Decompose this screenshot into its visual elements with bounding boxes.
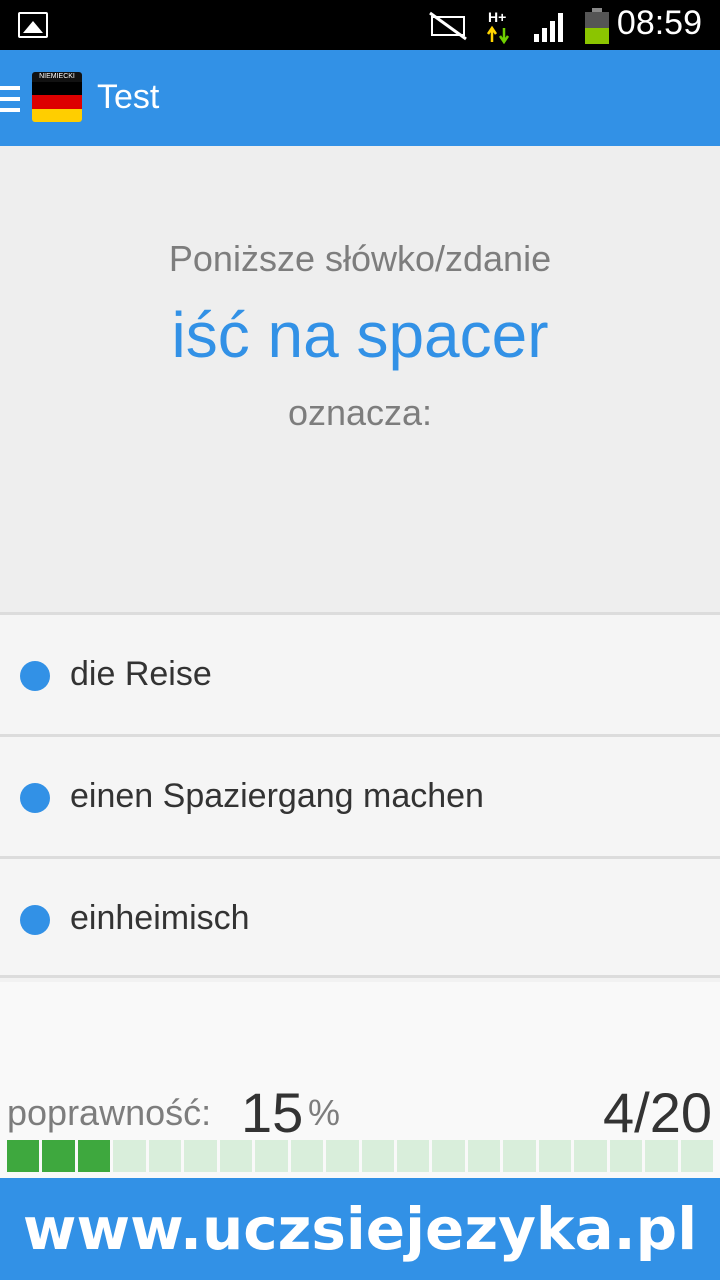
question-card: Poniższe słówko/zdanie iść na spacer ozn… — [0, 146, 720, 612]
stats-area: poprawność: 15 % 4/20 — [0, 982, 720, 1178]
progress-segment — [574, 1140, 607, 1172]
answer-label: die Reise — [70, 655, 212, 693]
bullet-icon — [20, 783, 50, 813]
status-bar: H+ 08:59 — [0, 0, 720, 50]
accuracy-label: poprawność: — [7, 1092, 212, 1133]
question-word: iść na spacer — [171, 299, 549, 371]
progress-segment — [219, 1140, 253, 1172]
german-flag-icon[interactable]: NIEMIECKI — [32, 72, 82, 122]
progress-segment — [255, 1140, 288, 1172]
progress-segment — [609, 1140, 643, 1172]
progress-segment — [680, 1140, 714, 1172]
app-bar: NIEMIECKI Test — [0, 50, 720, 146]
progress-segment — [148, 1140, 182, 1172]
app-title: Test — [97, 78, 160, 116]
progress-segment — [290, 1140, 324, 1172]
progress-segment — [326, 1140, 359, 1172]
app-logo-label: NIEMIECKI — [32, 72, 82, 82]
bullet-icon — [20, 905, 50, 935]
answer-option[interactable]: einen Spaziergang machen — [0, 734, 720, 856]
bullet-icon — [20, 661, 50, 691]
silent-mode-icon — [429, 11, 467, 41]
progress-segment — [396, 1140, 430, 1172]
accuracy-value: 15 — [241, 1081, 304, 1144]
progress-bar — [7, 1140, 714, 1172]
progress-segment — [42, 1140, 75, 1172]
progress-segment — [467, 1140, 501, 1172]
menu-icon[interactable] — [0, 86, 20, 112]
question-intro: Poniższe słówko/zdanie — [168, 238, 552, 279]
progress-count: 4/20 — [603, 1081, 712, 1144]
progress-segment — [184, 1140, 217, 1172]
progress-segment — [113, 1140, 146, 1172]
progress-segment — [77, 1140, 111, 1172]
network-label: H+ — [488, 9, 506, 25]
status-time: 08:59 — [616, 4, 702, 42]
progress-segment — [432, 1140, 465, 1172]
answer-option[interactable]: die Reise — [0, 612, 720, 734]
website-link[interactable]: www.uczsiejezyka.pl — [0, 1178, 720, 1280]
status-icons: H+ — [428, 8, 610, 44]
network-hplus-icon: H+ — [486, 9, 510, 44]
accuracy-unit: % — [308, 1092, 341, 1133]
progress-segment — [503, 1140, 536, 1172]
answer-option[interactable]: einheimisch — [0, 856, 720, 978]
image-icon — [18, 12, 48, 38]
battery-icon — [585, 8, 609, 44]
progress-segment — [361, 1140, 394, 1172]
answer-list: die Reise einen Spaziergang machen einhe… — [0, 612, 720, 978]
question-suffix: oznacza: — [287, 392, 433, 433]
progress-segment — [645, 1140, 678, 1172]
signal-icon — [534, 13, 563, 42]
answer-label: einheimisch — [70, 899, 250, 937]
answer-label: einen Spaziergang machen — [70, 777, 484, 815]
progress-segment — [538, 1140, 572, 1172]
website-banner[interactable]: www.uczsiejezyka.pl — [0, 1178, 720, 1280]
progress-segment — [7, 1140, 40, 1172]
